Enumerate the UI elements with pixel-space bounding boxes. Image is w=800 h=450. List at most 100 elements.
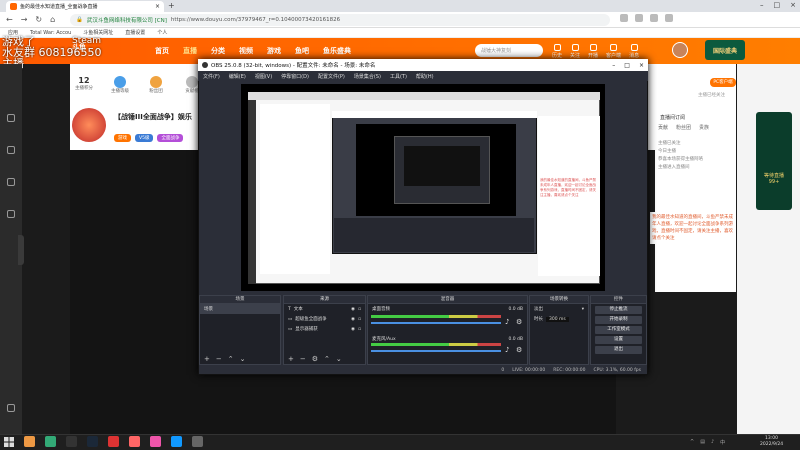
sidebar-item-category[interactable] xyxy=(2,178,20,187)
menu-edit[interactable]: 编辑(E) xyxy=(229,73,246,80)
bookmark-item[interactable]: Total War: Accou xyxy=(30,30,71,36)
bookmark-item[interactable]: 直播设置 xyxy=(125,29,145,36)
remove-icon[interactable]: − xyxy=(300,355,306,363)
sidebar-item-live[interactable] xyxy=(2,146,20,155)
mic-volume-slider[interactable] xyxy=(371,350,501,352)
extension-icon[interactable] xyxy=(635,14,643,22)
taskbar-clock[interactable]: 13:00 2022/9/24 xyxy=(760,436,783,448)
settings-button[interactable]: 设置 xyxy=(595,336,642,344)
obs-titlebar[interactable]: OBS 25.0.8 (32-bit, windows) - 配置文件: 未命名… xyxy=(198,59,648,71)
home-icon[interactable]: ⌂ xyxy=(50,15,55,24)
new-tab-icon[interactable]: + xyxy=(168,2,176,10)
browser-tab[interactable]: 鱼的最佳水知道直播_全面战争直播 × xyxy=(6,1,164,12)
bookmark-item[interactable]: 个人 xyxy=(157,29,167,36)
tab-noble[interactable]: 贵族 xyxy=(699,124,709,131)
taskbar-app-icon[interactable] xyxy=(24,436,35,447)
stat-level[interactable]: 主播等级 xyxy=(108,76,132,94)
festival-banner[interactable]: 国际盛典 xyxy=(705,40,745,60)
taskbar-app-icon[interactable] xyxy=(66,436,77,447)
transition-type-select[interactable]: 淡出 ▾ xyxy=(530,304,588,314)
back-icon[interactable]: ← xyxy=(6,15,13,24)
taskbar-app-icon[interactable] xyxy=(129,436,140,447)
obs-maximize-icon[interactable]: □ xyxy=(624,62,630,69)
messages-button[interactable]: 消息 xyxy=(629,44,639,59)
speaker-icon[interactable]: ♪ xyxy=(505,318,509,326)
menu-file[interactable]: 文件(F) xyxy=(203,73,220,80)
duration-input[interactable]: 300 ms xyxy=(546,316,569,322)
client-button[interactable]: 客户端 xyxy=(606,44,621,59)
eye-icon[interactable]: ◉ xyxy=(351,307,355,312)
taskbar-app-icon[interactable] xyxy=(192,436,203,447)
move-down-icon[interactable]: ⌄ xyxy=(240,355,246,363)
nav-item-category[interactable]: 分类 xyxy=(211,46,225,56)
tag-game[interactable]: 游戏 xyxy=(114,134,131,142)
nav-item-live[interactable]: 直播 xyxy=(183,46,197,56)
mic-icon[interactable]: ♪ xyxy=(505,346,509,354)
taskbar-app-icon[interactable] xyxy=(87,436,98,447)
remove-icon[interactable]: − xyxy=(216,355,222,363)
extension-icon[interactable] xyxy=(650,14,658,22)
stop-streaming-button[interactable]: 停止推流 xyxy=(595,306,642,314)
start-recording-button[interactable]: 开始录制 xyxy=(595,316,642,324)
move-up-icon[interactable]: ⌃ xyxy=(228,355,234,363)
stat-fans[interactable]: 粉丝团 xyxy=(144,76,168,94)
lock-icon[interactable]: ▫ xyxy=(358,317,361,322)
close-window-icon[interactable]: × xyxy=(790,1,796,9)
network-icon[interactable]: ▤ xyxy=(700,439,705,446)
address-input[interactable]: 🔒 武汉斗鱼网络科技有限公司 [CN] https://www.douyu.co… xyxy=(70,14,610,26)
broadcast-button[interactable]: 开播 xyxy=(588,44,598,59)
stat-score[interactable]: 12 主播积分 xyxy=(72,76,96,94)
menu-profile[interactable]: 配置文件(P) xyxy=(318,73,345,80)
minimize-icon[interactable]: – xyxy=(760,1,764,9)
douyu-search-input[interactable]: 战锤大神复刻 xyxy=(475,44,543,57)
tab-contribution[interactable]: 贡献 xyxy=(658,124,668,131)
mic-settings-icon[interactable]: ⚙ xyxy=(516,346,522,354)
nav-item-yuba[interactable]: 鱼吧 xyxy=(295,46,309,56)
nav-item-games[interactable]: 游戏 xyxy=(267,46,281,56)
menu-help[interactable]: 帮助(H) xyxy=(416,73,434,80)
follow-button[interactable]: 关注 xyxy=(570,44,580,59)
source-item[interactable]: T 文本 ◉ ▫ xyxy=(284,304,365,314)
windows-start-icon[interactable] xyxy=(4,437,14,447)
user-avatar[interactable] xyxy=(672,42,688,58)
sidebar-item-settings[interactable] xyxy=(2,404,20,413)
source-item[interactable]: ▭ 显示器捕获 ◉ ▫ xyxy=(284,324,365,334)
eye-icon[interactable]: ◉ xyxy=(351,327,355,332)
nav-item-video[interactable]: 视频 xyxy=(239,46,253,56)
sidebar-item-games[interactable] xyxy=(2,210,20,219)
taskbar-app-icon[interactable] xyxy=(45,436,56,447)
studio-mode-button[interactable]: 工作室模式 xyxy=(595,326,642,334)
ime-icon[interactable]: 中 xyxy=(720,439,725,446)
lock-icon[interactable]: ▫ xyxy=(358,307,361,312)
close-tab-icon[interactable]: × xyxy=(155,3,160,10)
source-item[interactable]: ▭ 超级鱼全面战争 ◉ ▫ xyxy=(284,314,365,324)
menu-docks[interactable]: 停靠窗口(D) xyxy=(281,73,309,80)
gear-icon[interactable]: ⚙ xyxy=(312,355,318,363)
scene-item[interactable]: 场景 xyxy=(200,304,280,314)
bookmark-item[interactable]: 斗鱼相关网址 xyxy=(83,29,113,36)
tab-fanclub[interactable]: 粉丝团 xyxy=(676,124,691,131)
menu-tools[interactable]: 工具(T) xyxy=(390,73,407,80)
lock-icon[interactable]: ▫ xyxy=(358,327,361,332)
event-badge[interactable]: 等待直播 99+ xyxy=(756,112,792,210)
move-down-icon[interactable]: ⌄ xyxy=(336,355,342,363)
add-icon[interactable]: + xyxy=(204,355,210,363)
menu-view[interactable]: 视图(V) xyxy=(255,73,272,80)
volume-icon[interactable]: ♪ xyxy=(711,439,714,446)
tag-category[interactable]: 全面战争 xyxy=(157,134,184,142)
taskbar-app-icon[interactable] xyxy=(108,436,119,447)
chevron-up-icon[interactable]: ^ xyxy=(690,439,694,446)
extension-icon[interactable] xyxy=(620,14,628,22)
eye-icon[interactable]: ◉ xyxy=(351,317,355,322)
maximize-icon[interactable]: □ xyxy=(774,1,781,9)
profile-icon[interactable] xyxy=(665,14,673,22)
desktop-volume-slider[interactable] xyxy=(371,322,501,324)
sidebar-item-follow[interactable] xyxy=(2,114,20,123)
obs-minimize-icon[interactable]: – xyxy=(612,62,615,69)
nav-item-festival[interactable]: 鱼乐盛典 xyxy=(323,46,351,56)
nav-item-home[interactable]: 首页 xyxy=(155,46,169,56)
channel-settings-icon[interactable]: ⚙ xyxy=(516,318,522,326)
add-icon[interactable]: + xyxy=(288,355,294,363)
obs-close-icon[interactable]: × xyxy=(639,62,644,69)
exit-button[interactable]: 退出 xyxy=(595,346,642,354)
